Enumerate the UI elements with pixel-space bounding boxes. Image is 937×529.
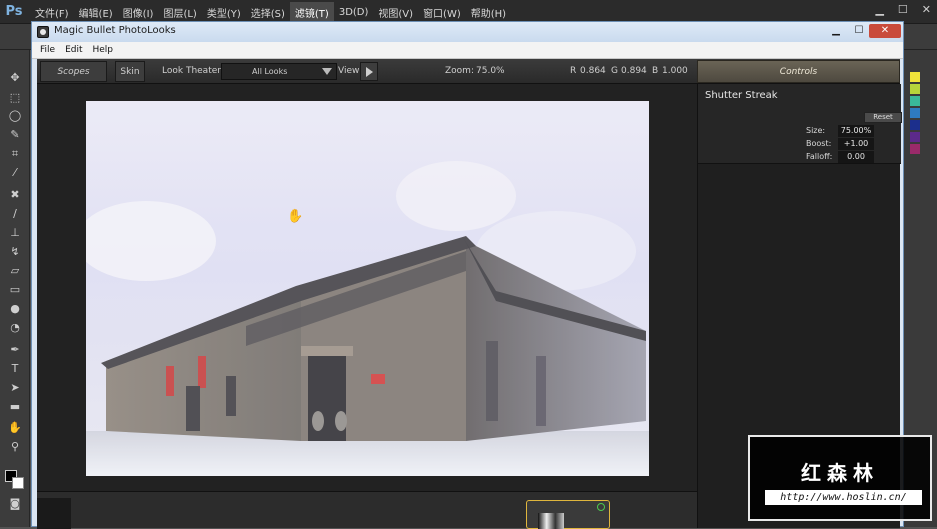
zoom-label: Zoom: <box>445 66 474 76</box>
falloff-value[interactable]: 0.00 <box>838 151 874 163</box>
eraser-icon[interactable]: ▱ <box>5 263 25 279</box>
maximize-icon[interactable]: ☐ <box>898 3 908 16</box>
menu-edit[interactable]: 编辑(E) <box>74 2 118 23</box>
photolooks-menubar: File Edit Help <box>32 42 903 59</box>
photolooks-toolbar: Scopes Skin Look Theater All Looks View … <box>37 59 900 84</box>
crop-tool-icon[interactable]: ⌗ <box>5 146 25 162</box>
swatch-green[interactable] <box>910 84 920 94</box>
g-value: 0.894 <box>621 66 647 76</box>
menu-image[interactable]: 图像(I) <box>118 2 159 23</box>
brush-tool-icon[interactable]: ∕ <box>5 206 25 222</box>
marquee-tool-icon[interactable]: ⬚ <box>5 90 25 106</box>
blur-tool-icon[interactable]: ● <box>5 301 25 317</box>
tool-chain-bar <box>37 491 697 529</box>
controls-tab[interactable]: Controls <box>697 60 900 83</box>
dodge-tool-icon[interactable]: ◔ <box>5 320 25 336</box>
boost-label: Boost: <box>806 139 832 148</box>
r-value: 0.864 <box>580 66 606 76</box>
plugin-menu-file[interactable]: File <box>40 45 55 55</box>
minimize-icon[interactable]: ▁ <box>875 3 883 16</box>
looks-dropdown[interactable]: All Looks <box>221 63 337 80</box>
menu-filter[interactable]: 滤镜(T) <box>289 1 334 23</box>
menu-3d[interactable]: 3D(D) <box>334 4 374 21</box>
menu-type[interactable]: 类型(Y) <box>202 2 246 23</box>
eyedropper-icon[interactable]: ⁄ <box>5 165 25 181</box>
menu-layer[interactable]: 图层(L) <box>158 2 201 23</box>
swatch-blue[interactable] <box>910 108 920 118</box>
close-icon[interactable]: ✕ <box>922 3 931 16</box>
plugin-menu-edit[interactable]: Edit <box>65 45 82 55</box>
param-row-boost: Boost: +1.00 <box>698 138 901 150</box>
param-row-falloff: Falloff: 0.00 <box>698 151 901 163</box>
lasso-tool-icon[interactable]: ◯ <box>5 108 25 124</box>
photolooks-app-icon <box>37 26 49 38</box>
dropdown-arrow-icon <box>322 68 332 75</box>
hand-cursor-icon: ✋ <box>287 209 304 224</box>
photoshop-logo: Ps <box>5 4 23 19</box>
view-label[interactable]: View <box>338 61 359 82</box>
watermark-title: 红森林 <box>801 461 879 485</box>
photoshop-window-controls: ▁ ☐ ✕ <box>875 3 931 16</box>
look-theater-label[interactable]: Look Theater <box>162 61 221 82</box>
type-tool-icon[interactable]: T <box>5 361 25 377</box>
quick-mask-icon[interactable]: ◙ <box>5 496 25 512</box>
zoom-value: 75.0% <box>476 66 505 76</box>
gradient-tool-icon[interactable]: ▭ <box>5 282 25 298</box>
b-label: B <box>652 66 659 76</box>
plugin-menu-help[interactable]: Help <box>93 45 114 55</box>
pen-tool-icon[interactable]: ✒ <box>5 342 25 358</box>
b-value: 1.000 <box>662 66 688 76</box>
swatch-yellow[interactable] <box>910 72 920 82</box>
preview-photo[interactable] <box>86 101 649 476</box>
shape-tool-icon[interactable]: ▬ <box>5 399 25 415</box>
falloff-label: Falloff: <box>806 152 833 161</box>
g-label: G <box>611 66 618 76</box>
watermark-url: http://www.hoslin.cn/ <box>765 490 922 505</box>
skin-button[interactable]: Skin <box>115 61 145 82</box>
swatch-magenta[interactable] <box>910 144 920 154</box>
tool-name: Shutter Streak <box>705 90 778 101</box>
photolooks-titlebar: Magic Bullet PhotoLooks ▁ ☐ ✕ <box>32 22 903 42</box>
preview-canvas-area[interactable]: ✋ <box>37 84 697 491</box>
menu-select[interactable]: 选择(S) <box>246 2 290 23</box>
boost-value[interactable]: +1.00 <box>838 138 874 150</box>
move-tool-icon[interactable]: ✥ <box>5 70 25 86</box>
param-row-size: Size: 75.00% <box>698 125 901 137</box>
tool-chain-start <box>37 498 71 529</box>
photoshop-tools-panel: ✥ ⬚ ◯ ✎ ⌗ ⁄ ✖ ∕ ⊥ ↯ ▱ ▭ ● ◔ ✒ T ➤ ▬ ✋ ⚲ … <box>0 50 30 527</box>
r-label: R <box>570 66 577 76</box>
shutter-streak-tool-tile[interactable] <box>526 500 610 529</box>
size-label: Size: <box>806 126 826 135</box>
zoom-tool-icon[interactable]: ⚲ <box>5 439 25 455</box>
healing-brush-icon[interactable]: ✖ <box>5 187 25 203</box>
history-brush-icon[interactable]: ↯ <box>5 244 25 260</box>
window-close-icon[interactable]: ✕ <box>869 24 901 38</box>
stamp-tool-icon[interactable]: ⊥ <box>5 225 25 241</box>
swatch-teal[interactable] <box>910 96 920 106</box>
quick-select-icon[interactable]: ✎ <box>5 127 25 143</box>
play-icon[interactable] <box>360 62 378 81</box>
menu-view[interactable]: 视图(V) <box>373 2 418 23</box>
background-color-swatch[interactable] <box>12 477 24 489</box>
swatch-purple[interactable] <box>910 132 920 142</box>
path-select-icon[interactable]: ➤ <box>5 380 25 396</box>
looks-dropdown-value: All Looks <box>252 67 288 76</box>
power-icon[interactable] <box>597 503 605 511</box>
swatch-navy[interactable] <box>910 120 920 130</box>
watermark: 红森林 http://www.hoslin.cn/ <box>748 435 932 521</box>
reset-button[interactable]: Reset <box>864 112 902 123</box>
menu-window[interactable]: 窗口(W) <box>418 2 466 23</box>
menu-file[interactable]: 文件(F) <box>30 2 74 23</box>
size-value[interactable]: 75.00% <box>838 125 874 137</box>
window-minimize-icon[interactable]: ▁ <box>824 24 848 38</box>
menu-help[interactable]: 帮助(H) <box>466 2 511 23</box>
hand-tool-icon[interactable]: ✋ <box>5 420 25 436</box>
shutter-streak-tool-controls: Shutter Streak Reset Size: 75.00% Boost:… <box>698 84 902 164</box>
window-maximize-icon[interactable]: ☐ <box>847 24 871 38</box>
photolooks-title: Magic Bullet PhotoLooks <box>54 25 176 36</box>
scopes-button[interactable]: Scopes <box>40 61 107 82</box>
